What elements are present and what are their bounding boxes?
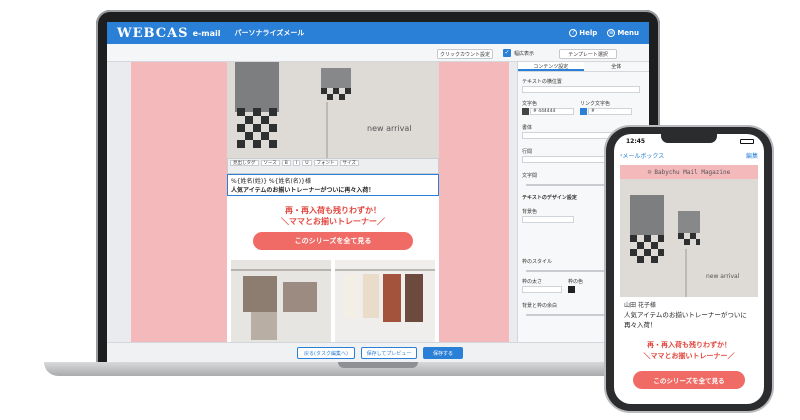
link-color-label: リンク文字色 [580, 101, 611, 107]
menu-label: Menu [617, 29, 639, 37]
bottom-action-bar: 戻る(タスク編集へ) 保存してプレビュー 保存する [107, 342, 649, 362]
cta-button[interactable]: このシリーズを全て見る [253, 232, 413, 250]
typeface-label: 書体 [522, 125, 533, 131]
baby-icon: ☺ [647, 168, 652, 176]
letter-spacing-label: 文字間 [522, 173, 538, 179]
line-height-label: 行間 [522, 149, 533, 155]
text-color-input[interactable]: # 444444 [530, 108, 574, 115]
phone-promo-line-2: ＼ママとお揃いトレーナー／ [643, 352, 735, 360]
laptop-notch [338, 362, 418, 368]
promo-line-1: 再・再入荷も残りわずか！ [285, 206, 381, 215]
click-count-button[interactable]: クリックカウント設定 [437, 49, 493, 59]
laptop-screen: WEBCAS e-mail パーソナライズメール ? Help ≡ Menu クリッ… [107, 22, 649, 362]
text-align-label: テキストの横位置 [522, 79, 562, 85]
edit-line-name: %{姓名(姓)} %{姓名(名)}様 [231, 178, 311, 185]
wide-display-checkbox[interactable]: ✓ [503, 49, 511, 57]
promo-line-2: ＼ママとお揃いトレーナー／ [281, 217, 385, 226]
app-header: WEBCAS e-mail パーソナライズメール ? Help ≡ Menu [107, 22, 649, 44]
mailbox-back-link[interactable]: メールボックス [622, 151, 664, 160]
phone-promo-text: 再・再入荷も残りわずか！ ＼ママとお揃いトレーナー／ [620, 340, 758, 362]
page-title: パーソナライズメール [234, 29, 305, 37]
stage: WEBCAS e-mail パーソナライズメール ? Help ≡ Menu クリッ… [0, 0, 800, 420]
rich-text-toolbar: 見出しタグ ソース B I U フォント サイズ [227, 158, 439, 174]
edit-link[interactable]: 編集 [746, 151, 758, 160]
phone-notch [661, 134, 717, 143]
size-select[interactable]: サイズ [339, 160, 359, 166]
bg-color-input[interactable] [522, 216, 574, 223]
border-color-swatch[interactable] [568, 286, 575, 293]
email-preview: new arrival 見出しタグ ソース B I U フォント サイズ %{姓… [227, 62, 439, 342]
border-width-input[interactable] [522, 286, 562, 293]
phone-promo-line-1: 再・再入荷も残りわずか！ [647, 341, 731, 349]
phone-cta-button[interactable]: このシリーズを全て見る [633, 371, 745, 389]
help-icon: ? [569, 29, 578, 37]
template-select-button[interactable]: テンプレート選択 [559, 49, 617, 59]
recipient-name: 山田 花子様 [624, 302, 656, 309]
padding-label: 背景と枠の余白 [522, 303, 558, 309]
bg-color-label: 背景色 [522, 209, 538, 215]
phone-message: 人気アイテムのお揃いトレーナーがついに再々入荷！ [624, 311, 747, 329]
menu-icon: ≡ [607, 29, 616, 37]
italic-button[interactable]: I [292, 160, 301, 166]
phone-nav-bar: ‹ メールボックス 編集 [614, 148, 764, 162]
help-label: Help [579, 29, 598, 37]
underline-button[interactable]: U [302, 160, 312, 166]
phone-screen: 12:45 ‹ メールボックス 編集 ☺ Babychu Mail Magazi… [614, 134, 764, 404]
source-button[interactable]: ソース [260, 160, 280, 166]
font-select[interactable]: フォント [313, 160, 338, 166]
bold-button[interactable]: B [281, 160, 291, 166]
back-button[interactable]: 戻る(タスク編集へ) [297, 347, 355, 359]
app-logo-sub: e-mail [192, 28, 221, 38]
menu-button[interactable]: ≡ Menu [607, 29, 639, 37]
newsletter-title: Babychu Mail Magazine [654, 168, 731, 176]
phone-time: 12:45 [626, 138, 646, 145]
hero-photo [227, 62, 439, 168]
app-logo: WEBCAS [117, 25, 189, 41]
product-image-2 [335, 260, 435, 342]
text-color-label: 文字色 [522, 101, 538, 107]
text-align-options[interactable] [522, 86, 640, 93]
border-width-label: 枠の太さ [522, 279, 543, 285]
phone-hero-caption: new arrival [706, 273, 740, 280]
product-photo-2 [335, 269, 435, 322]
heading-tag-select[interactable]: 見出しタグ [230, 160, 259, 166]
link-color-input[interactable]: # [588, 108, 632, 115]
link-color-swatch[interactable] [580, 108, 587, 115]
product-photo-1 [231, 269, 331, 340]
promo-text: 再・再入荷も残りわずか！ ＼ママとお揃いトレーナー／ [227, 205, 439, 227]
text-edit-area[interactable]: %{姓名(姓)} %{姓名(名)}様 人気アイテムのお揃いトレーナーがついに再々… [227, 174, 439, 196]
hero-caption: new arrival [367, 124, 412, 133]
wide-display-label: 幅広表示 [514, 51, 535, 57]
text-design-label: テキストのデザイン設定 [522, 195, 577, 201]
phone-hero-image: new arrival [620, 179, 758, 297]
text-color-swatch[interactable] [522, 108, 529, 115]
help-button[interactable]: ? Help [569, 29, 597, 37]
save-preview-button[interactable]: 保存してプレビュー [361, 347, 417, 359]
newsletter-banner: ☺ Babychu Mail Magazine [620, 165, 758, 179]
tab-content-settings[interactable]: コンテンツ設定 [518, 62, 584, 71]
save-button[interactable]: 保存する [423, 347, 463, 359]
edit-line-message: 人気アイテムのお揃いトレーナーがついに再々入荷！ [231, 187, 375, 194]
header-actions: ? Help ≡ Menu [569, 29, 639, 37]
product-image-1 [231, 260, 331, 342]
editor-toolbar: クリックカウント設定 ✓ 幅広表示 テンプレート選択 [107, 44, 649, 62]
hero-image: new arrival [227, 62, 439, 168]
border-style-label: 枠のスタイル [522, 259, 553, 265]
battery-icon [740, 139, 754, 144]
border-color-label: 枠の色 [568, 279, 584, 285]
tab-all[interactable]: 全体 [584, 62, 650, 71]
panel-tabs: コンテンツ設定 全体 [518, 62, 649, 72]
